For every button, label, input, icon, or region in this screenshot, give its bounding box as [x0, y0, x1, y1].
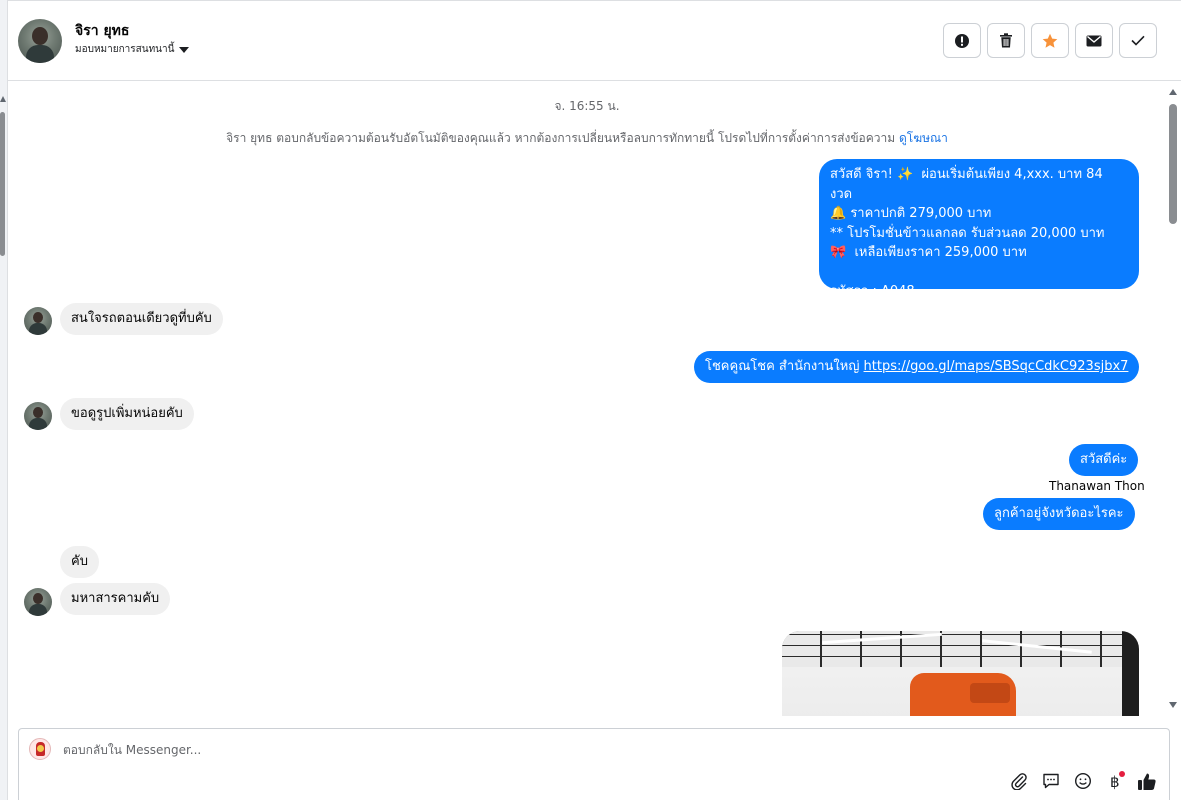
assign-conversation-dropdown[interactable]: มอบหมายการสนทนานี้ — [75, 42, 190, 57]
contact-avatar[interactable] — [18, 19, 62, 63]
view-ad-link[interactable]: ดูโฆษณา — [899, 131, 948, 145]
reply-input[interactable] — [63, 741, 963, 759]
orange-car-photo — [782, 631, 1122, 716]
exclamation-circle-icon — [955, 33, 969, 48]
done-button[interactable] — [1119, 23, 1157, 58]
auto-reply-note-text: จิรา ยุทธ ตอบกลับข้อความต้อนรับอัตโนมัติ… — [226, 131, 896, 145]
quick-reply-icon — [1043, 773, 1059, 789]
assign-label: มอบหมายการสนทนานี้ — [75, 44, 175, 55]
message-bubble-incoming[interactable]: ขอดูรูปเพิ่มหน่อยคับ — [60, 398, 194, 430]
emoji-icon — [1074, 772, 1092, 790]
sender-avatar[interactable] — [24, 588, 52, 616]
star-button[interactable] — [1031, 23, 1069, 58]
emoji-button[interactable] — [1073, 771, 1093, 791]
check-icon — [1131, 35, 1145, 46]
message-bubble-incoming[interactable]: สนใจรถตอนเดียวดูที่บคับ — [60, 303, 223, 335]
date-separator: จ. 16:55 น. — [554, 99, 620, 113]
maps-link[interactable]: https://goo.gl/maps/SBSqcCdkC923sjbx7 — [864, 359, 1129, 374]
message-bubble-incoming[interactable]: คับ — [60, 546, 99, 578]
sender-avatar[interactable] — [24, 307, 52, 335]
message-bubble-outgoing[interactable]: สวัสดี จิรา! ✨ ผ่อนเริ่มต้นเพียง 4,xxx. … — [819, 159, 1139, 299]
message-bubble-outgoing[interactable]: สวัสดีค่ะ — [1069, 444, 1139, 476]
report-button[interactable] — [943, 23, 981, 58]
orange-car — [910, 673, 1016, 716]
page-avatar — [29, 738, 51, 760]
composer-tools: ฿ — [1009, 771, 1157, 791]
message-list[interactable]: จ. 16:55 น. จิรา ยุทธ ตอบกลับข้อความต้อน… — [8, 82, 1166, 716]
messenger-window: จิรา ยุทธ มอบหมายการสนทนานี้ จ. 16:55 น.… — [0, 0, 1181, 800]
quick-reply-button[interactable] — [1041, 771, 1061, 791]
message-scrollbar[interactable] — [1166, 84, 1181, 716]
reply-composer: ฿ — [18, 728, 1170, 800]
sender-name: Thanawan Thon — [1049, 479, 1145, 493]
envelope-icon — [1086, 35, 1102, 46]
left-scroll-up-arrow[interactable] — [0, 96, 6, 102]
message-bubble-outgoing[interactable]: ลูกค้าอยู่จังหวัดอะไรคะ — [983, 498, 1135, 530]
image-message[interactable] — [782, 631, 1139, 716]
paperclip-icon — [1011, 773, 1027, 790]
conversation-header: จิรา ยุทธ มอบหมายการสนทนานี้ — [8, 0, 1181, 81]
attach-button[interactable] — [1009, 771, 1029, 791]
star-icon — [1042, 33, 1058, 48]
scroll-up-arrow[interactable] — [1169, 89, 1177, 95]
sender-avatar[interactable] — [24, 402, 52, 430]
message-text: โชคคูณโชค สำนักงานใหญ่ — [705, 359, 864, 374]
trash-icon — [1000, 33, 1012, 48]
scroll-down-arrow[interactable] — [1169, 702, 1177, 708]
delete-button[interactable] — [987, 23, 1025, 58]
auto-reply-note: จิรา ยุทธ ตอบกลับข้อความต้อนรับอัตโนมัติ… — [8, 129, 1166, 148]
header-actions — [943, 23, 1157, 58]
thumbs-up-icon — [1138, 773, 1156, 790]
message-bubble-outgoing[interactable]: โชคคูณโชค สำนักงานใหญ่ https://goo.gl/ma… — [694, 351, 1140, 383]
left-scroll-thumb[interactable] — [0, 112, 5, 256]
scroll-thumb[interactable] — [1169, 104, 1177, 224]
notification-dot — [1119, 771, 1125, 777]
payment-button[interactable]: ฿ — [1105, 771, 1125, 791]
svg-text:฿: ฿ — [1110, 773, 1120, 790]
caret-down-icon — [179, 46, 190, 53]
contact-name[interactable]: จิรา ยุทธ — [75, 20, 129, 42]
like-button[interactable] — [1137, 771, 1157, 791]
message-bubble-incoming[interactable]: มหาสารคามคับ — [60, 583, 171, 615]
mail-button[interactable] — [1075, 23, 1113, 58]
left-scrollbar[interactable] — [0, 0, 8, 800]
